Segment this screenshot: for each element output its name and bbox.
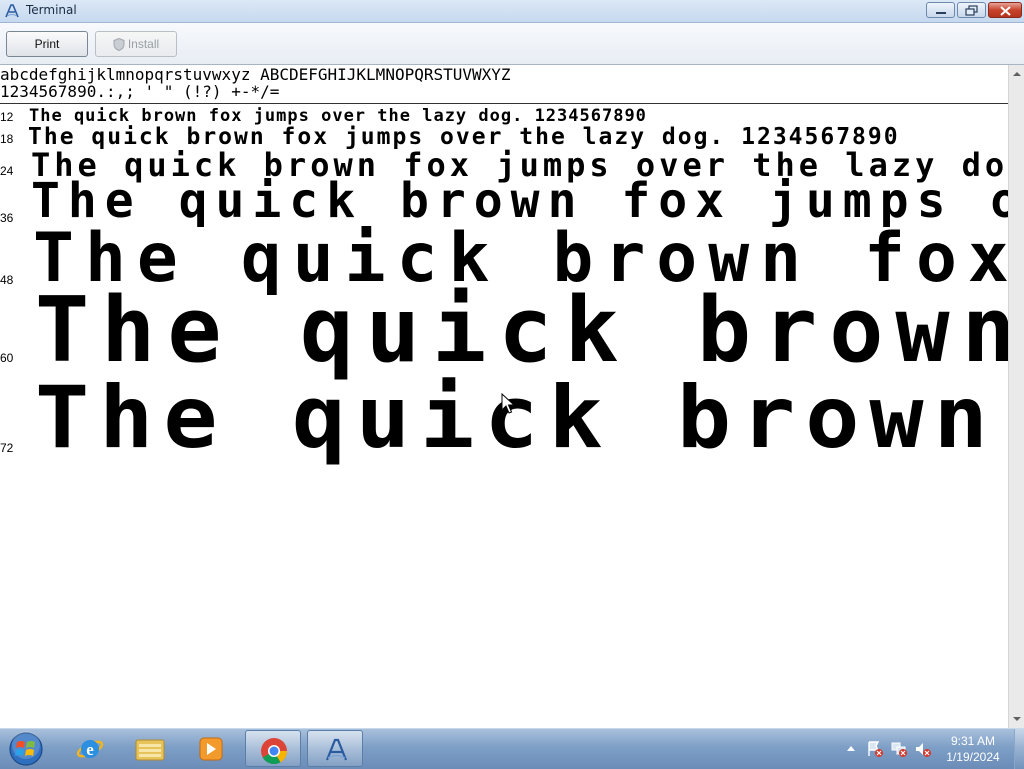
size-label-48: 48 bbox=[0, 273, 14, 287]
taskbar-chrome[interactable] bbox=[245, 730, 301, 767]
taskbar-media-player[interactable] bbox=[183, 730, 239, 767]
volume-muted-icon[interactable] bbox=[914, 740, 932, 758]
show-hidden-icons-icon[interactable] bbox=[846, 744, 856, 752]
font-app-icon bbox=[5, 4, 19, 18]
taskbar: e 9:31 AM 1/19/2024 bbox=[0, 728, 1024, 769]
charset-symbols: 1234567890.:,; ' " (!?) +-*/= bbox=[0, 82, 280, 101]
taskbar-font-viewer[interactable] bbox=[307, 730, 363, 767]
size-label-72: 72 bbox=[0, 441, 14, 455]
close-button[interactable] bbox=[988, 2, 1022, 18]
size-label-36: 36 bbox=[0, 211, 14, 225]
show-desktop-button[interactable] bbox=[1014, 729, 1024, 769]
uac-shield-icon bbox=[113, 38, 125, 52]
taskbar-internet-explorer[interactable]: e bbox=[62, 730, 118, 767]
taskbar-windows-explorer[interactable] bbox=[121, 730, 177, 767]
mouse-pointer-icon bbox=[501, 393, 515, 414]
restore-button[interactable] bbox=[957, 2, 986, 18]
sample-line-12: The quick brown fox jumps over the lazy … bbox=[29, 106, 647, 126]
size-label-12: 12 bbox=[0, 110, 14, 124]
network-icon[interactable] bbox=[890, 740, 908, 758]
size-label-60: 60 bbox=[0, 351, 14, 365]
chrome-icon bbox=[261, 738, 288, 765]
vertical-scrollbar[interactable] bbox=[1008, 65, 1024, 728]
clock-time: 9:31 AM bbox=[950, 734, 996, 748]
notification-area bbox=[840, 729, 932, 769]
size-label-18: 18 bbox=[0, 132, 14, 146]
size-label-24: 24 bbox=[0, 164, 14, 178]
font-viewer-icon bbox=[325, 738, 348, 761]
install-label: Install bbox=[127, 37, 160, 51]
sample-line-72: The quick brown fox jumps over the lazy … bbox=[35, 368, 998, 468]
close-icon bbox=[1000, 6, 1011, 16]
title-bar[interactable]: Terminal bbox=[0, 0, 1024, 23]
media-player-icon bbox=[199, 737, 223, 761]
window-title: Terminal bbox=[26, 3, 77, 17]
minimize-button[interactable] bbox=[926, 2, 955, 18]
start-button[interactable] bbox=[6, 731, 46, 767]
font-viewer-window: Terminal Print Install abcdefghijklmnopq… bbox=[0, 0, 1024, 728]
divider bbox=[0, 103, 1008, 104]
restore-icon bbox=[965, 5, 978, 16]
action-center-icon[interactable] bbox=[866, 740, 884, 758]
charset-letters: abcdefghijklmnopqrstuvwxyz ABCDEFGHIJKLM… bbox=[0, 65, 511, 84]
scroll-up-arrow-icon[interactable] bbox=[1012, 69, 1022, 79]
print-button[interactable]: Print bbox=[6, 31, 88, 57]
internet-explorer-icon: e bbox=[76, 740, 104, 759]
install-button[interactable]: Install bbox=[95, 31, 177, 57]
windows-explorer-icon bbox=[135, 739, 165, 761]
toolbar: Print Install bbox=[0, 23, 1024, 65]
minimize-icon bbox=[936, 12, 946, 14]
svg-text:e: e bbox=[86, 740, 94, 759]
scroll-down-arrow-icon[interactable] bbox=[1012, 714, 1022, 724]
system-clock[interactable]: 9:31 AM 1/19/2024 bbox=[932, 733, 1014, 765]
clock-date: 1/19/2024 bbox=[946, 750, 1000, 764]
